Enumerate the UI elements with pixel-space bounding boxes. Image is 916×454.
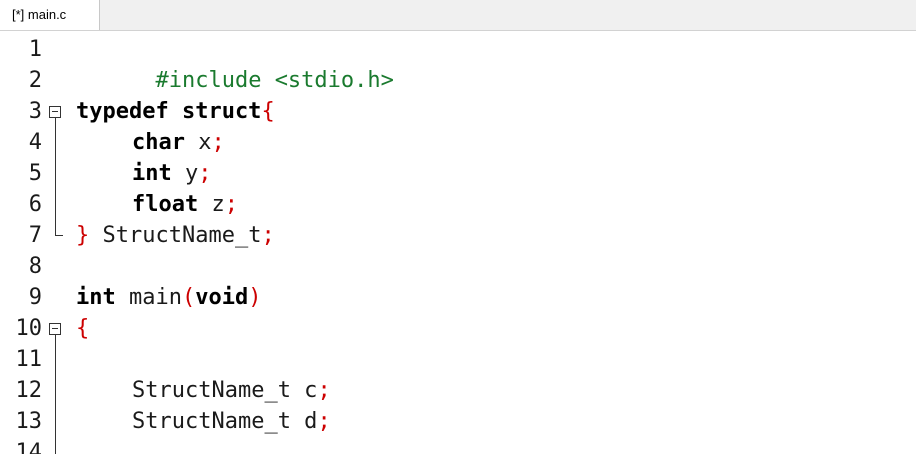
paren: ): [248, 285, 262, 310]
semicolon: ;: [317, 378, 331, 403]
line-number: 5: [28, 161, 42, 186]
fold-toggle-icon[interactable]: [49, 323, 61, 335]
code-line-10: {: [76, 313, 89, 344]
tab-bar: [*] main.c: [0, 0, 916, 31]
line-number: 3: [28, 99, 42, 124]
semicolon: ;: [261, 223, 275, 248]
identifier: z: [198, 192, 225, 217]
code-editor[interactable]: 1 2 3 4 5 6 7 8 9 10 11 12 13 14 #includ…: [0, 31, 916, 454]
brace: }: [76, 223, 90, 248]
line-number: 13: [15, 409, 43, 434]
identifier: main: [115, 285, 182, 310]
line-number: 9: [28, 285, 42, 310]
code-line-13: StructName_t d;: [132, 406, 331, 437]
preprocessor-directive: #include <stdio.h>: [155, 68, 394, 93]
code-area[interactable]: #include <stdio.h> typedef struct{ char …: [76, 31, 906, 454]
code-line-6: float z;: [132, 189, 238, 220]
tab-main-c[interactable]: [*] main.c: [0, 0, 100, 30]
identifier: x: [184, 130, 212, 155]
keyword: int: [76, 285, 116, 310]
brace: {: [261, 99, 275, 124]
keyword: int: [132, 161, 172, 186]
semicolon: ;: [224, 192, 238, 217]
code-line-1: #include <stdio.h>: [76, 34, 393, 93]
paren: (: [181, 285, 196, 310]
line-number: 7: [28, 223, 42, 248]
identifier: StructName_t d: [132, 409, 318, 434]
fold-guide-line: [55, 118, 56, 235]
identifier: StructName_t: [89, 223, 262, 248]
line-number: 2: [28, 68, 42, 93]
line-number: 14: [15, 440, 43, 454]
semicolon: ;: [198, 161, 212, 186]
keyword: float: [132, 192, 199, 217]
line-number: 4: [28, 130, 42, 155]
line-number: 11: [15, 347, 43, 372]
line-number-gutter: 1 2 3 4 5 6 7 8 9 10 11 12 13 14: [0, 31, 70, 454]
brace: {: [76, 316, 90, 341]
keyword: void: [195, 285, 249, 310]
keyword: typedef struct: [76, 99, 262, 124]
semicolon: ;: [317, 409, 331, 434]
fold-end-marker: [55, 235, 63, 236]
identifier: StructName_t c: [132, 378, 318, 403]
code-line-5: int y;: [132, 158, 212, 189]
line-number: 6: [28, 192, 42, 217]
fold-toggle-icon[interactable]: [49, 106, 61, 118]
identifier: y: [171, 161, 199, 186]
line-number: 10: [15, 316, 43, 341]
code-line-9: int main(void): [76, 282, 261, 313]
code-line-7: } StructName_t;: [76, 220, 275, 251]
fold-guide-line: [55, 335, 56, 454]
line-number: 12: [15, 378, 43, 403]
line-number: 1: [28, 37, 42, 62]
code-line-4: char x;: [132, 127, 225, 158]
keyword: char: [132, 130, 185, 155]
code-line-12: StructName_t c;: [132, 375, 331, 406]
code-line-3: typedef struct{: [76, 96, 275, 127]
line-number: 8: [28, 254, 42, 279]
semicolon: ;: [211, 130, 225, 155]
tab-label: [*] main.c: [12, 7, 67, 22]
